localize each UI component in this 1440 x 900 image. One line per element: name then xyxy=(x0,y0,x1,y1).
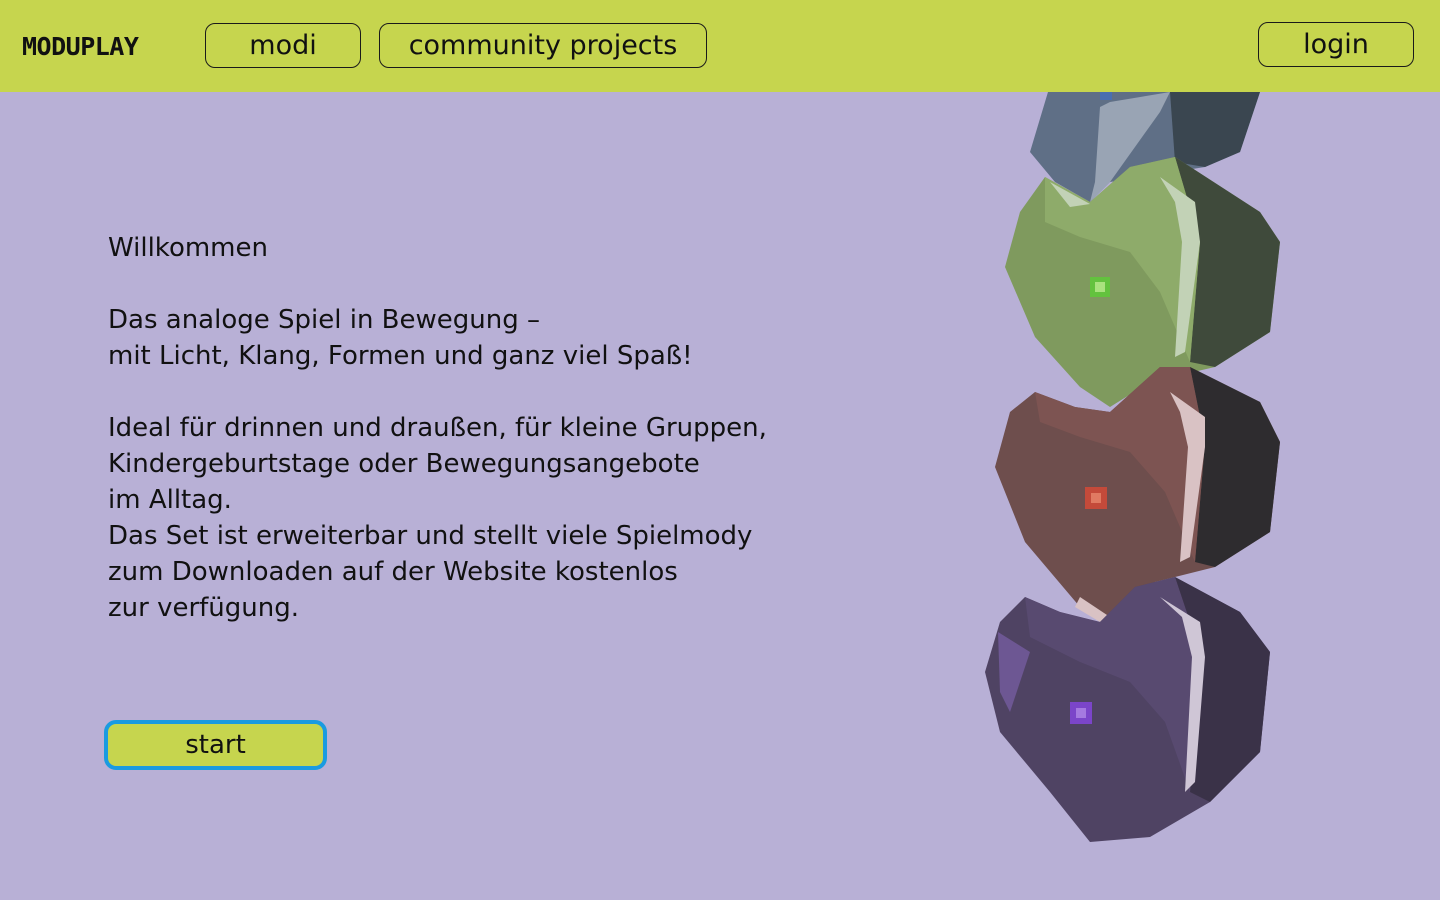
welcome-text-block: Willkommen Das analoge Spiel in Bewegung… xyxy=(108,230,868,626)
description-line: im Alltag. xyxy=(108,485,232,515)
nav-modi-button[interactable]: modi xyxy=(205,23,361,68)
green-heart-module xyxy=(1005,157,1280,407)
start-button[interactable]: start xyxy=(104,720,327,770)
tagline-line: mit Licht, Klang, Formen und ganz viel S… xyxy=(108,341,693,371)
tagline-line: Das analoge Spiel in Bewegung – xyxy=(108,305,541,335)
description-line: Ideal für drinnen und draußen, für klein… xyxy=(108,413,767,443)
description-line: zum Downloaden auf der Website kostenlos xyxy=(108,557,678,587)
login-button[interactable]: login xyxy=(1258,22,1414,67)
brown-heart-module xyxy=(995,367,1280,622)
purple-heart-module xyxy=(985,577,1270,842)
description-line: zur verfügung. xyxy=(108,593,300,623)
description-line: Kindergeburtstage oder Bewegungsangebote xyxy=(108,449,700,479)
moduplay-logo[interactable]: MODUPLAY xyxy=(22,33,139,61)
stacked-heart-modules-illustration xyxy=(960,92,1300,862)
description-line: Das Set ist erweiterbar und stellt viele… xyxy=(108,521,753,551)
top-navigation-bar: MODUPLAY modi community projects login xyxy=(0,0,1440,92)
nav-community-projects-button[interactable]: community projects xyxy=(379,23,707,68)
welcome-heading: Willkommen xyxy=(108,233,268,263)
